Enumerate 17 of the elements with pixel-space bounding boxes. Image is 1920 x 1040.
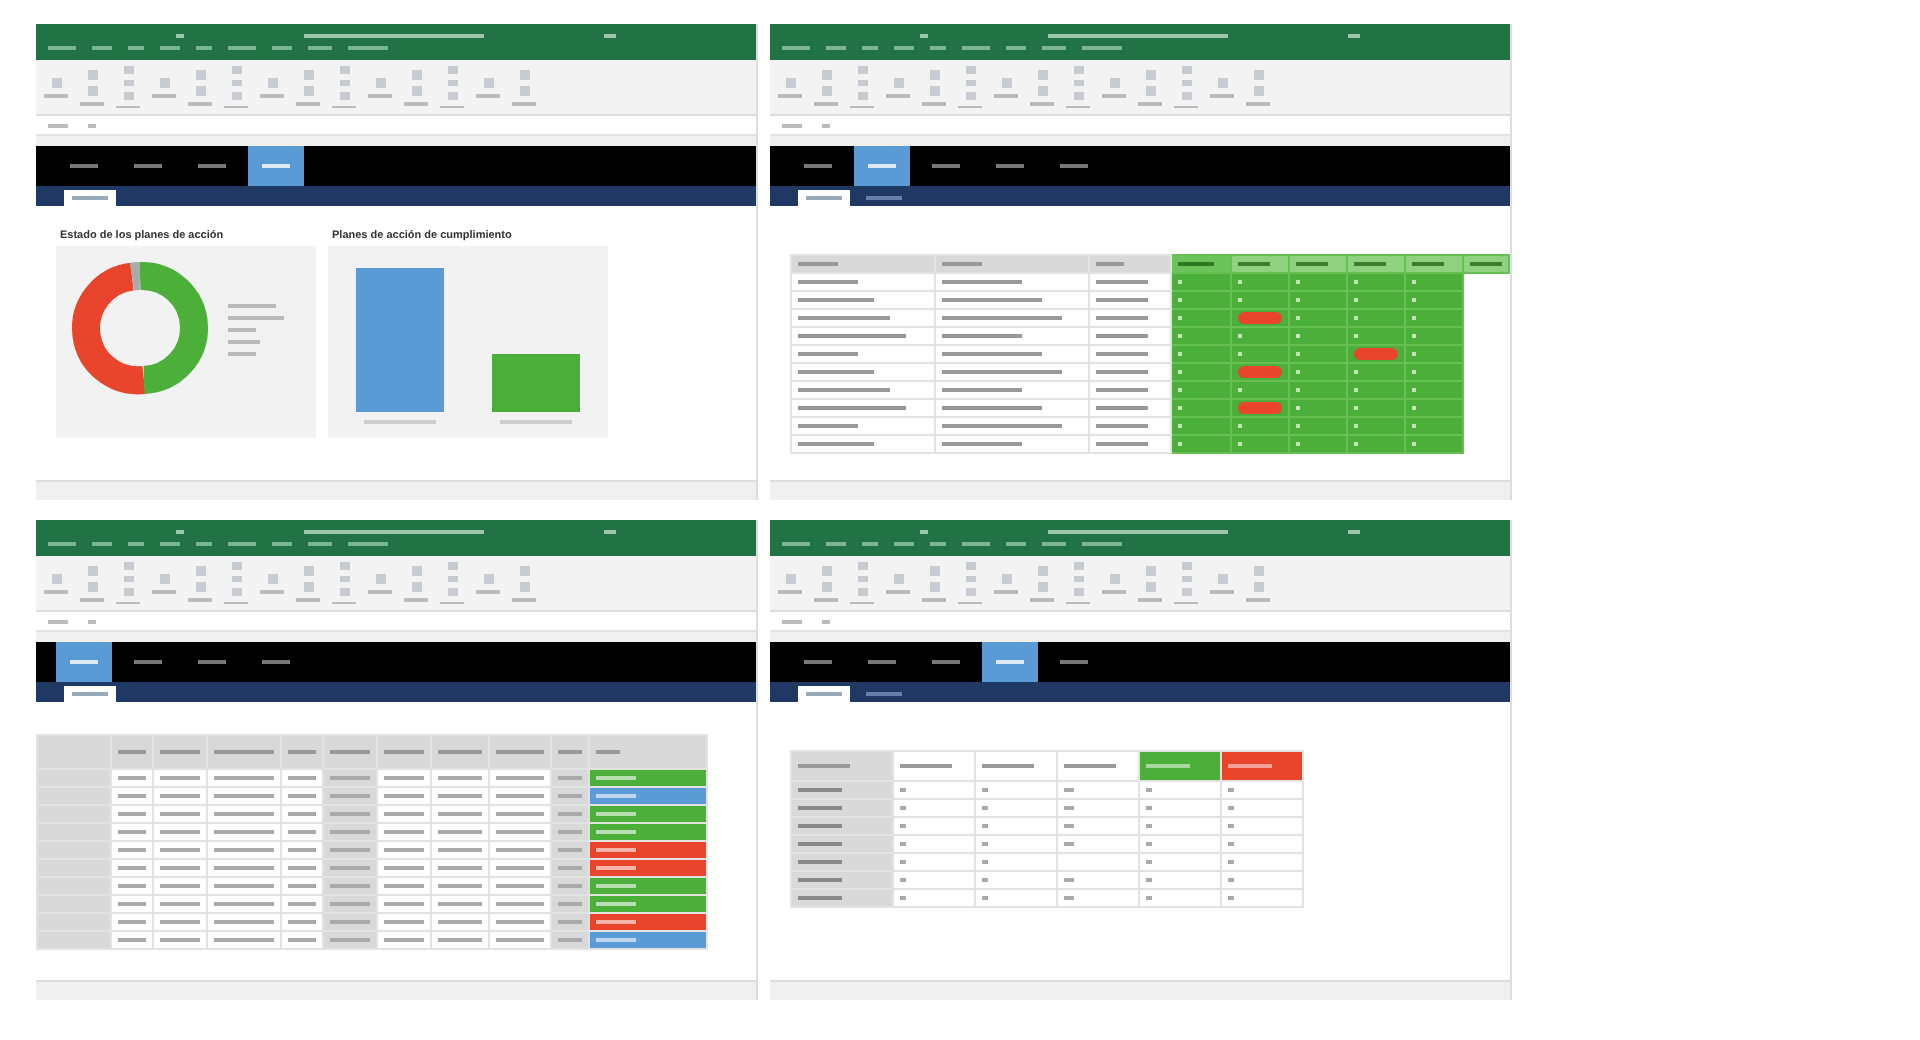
sheet-tab[interactable] <box>64 686 116 702</box>
ribbon-toolbar[interactable] <box>770 556 1510 612</box>
sheet-tab[interactable] <box>798 686 850 702</box>
ribbon-toolbar[interactable] <box>36 556 756 612</box>
axis-label <box>500 420 572 424</box>
sheet-tab[interactable] <box>798 190 850 206</box>
axis-label <box>364 420 436 424</box>
nav-tab[interactable] <box>56 642 112 682</box>
bar <box>492 354 580 412</box>
nav-tab[interactable] <box>982 642 1038 682</box>
nav-tab[interactable] <box>854 146 910 186</box>
bar <box>356 268 444 412</box>
ribbon-toolbar[interactable] <box>770 60 1510 116</box>
chart-legend <box>228 304 284 356</box>
sheet-tab[interactable] <box>64 190 116 206</box>
nav-tab[interactable] <box>248 146 304 186</box>
ribbon-toolbar[interactable] <box>36 60 756 116</box>
